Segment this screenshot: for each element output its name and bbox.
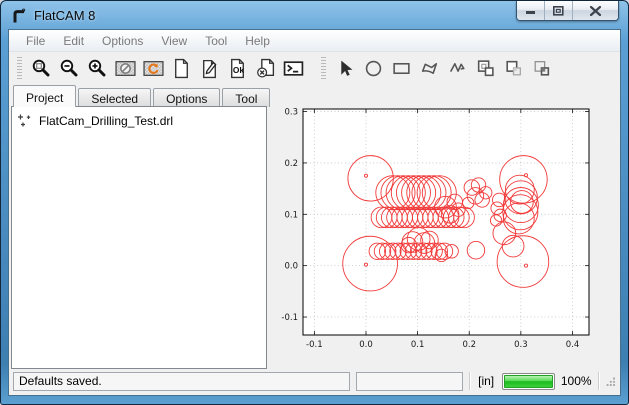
- svg-text:0.3: 0.3: [284, 108, 298, 118]
- close-icon: [590, 6, 601, 16]
- replot-icon: [143, 58, 164, 79]
- cancel-edit-button[interactable]: [251, 55, 279, 83]
- close-button[interactable]: [573, 1, 618, 20]
- flatcam-logo-icon: [11, 7, 27, 23]
- draw-circle-icon: [363, 58, 384, 79]
- tab-project[interactable]: Project: [13, 85, 76, 107]
- edit-geometry-button[interactable]: [195, 55, 223, 83]
- svg-text:-0.1: -0.1: [281, 313, 298, 323]
- draw-polygon-button[interactable]: [415, 55, 443, 83]
- progress-fill: [504, 375, 553, 388]
- zoom-in-button[interactable]: [83, 55, 111, 83]
- client-area: File Edit Options View Tool Help: [8, 29, 621, 396]
- tab-tool[interactable]: Tool: [222, 88, 270, 107]
- status-bar: Defaults saved. [in] 100%: [9, 369, 620, 395]
- title-bar[interactable]: FlatCAM 8: [1, 1, 628, 29]
- svg-text:0.2: 0.2: [284, 159, 298, 169]
- status-message: Defaults saved.: [13, 372, 350, 391]
- zoom-fit-icon: [31, 58, 52, 79]
- zoom-out-icon: [59, 58, 80, 79]
- tree-item-drill-object[interactable]: FlatCam_Drilling_Test.drl: [12, 107, 266, 129]
- app-window: FlatCAM 8 File Edit Options View Tool He…: [0, 0, 629, 405]
- draw-rectangle-button[interactable]: [387, 55, 415, 83]
- menu-bar: File Edit Options View Tool Help: [9, 30, 620, 52]
- polygon-intersect-icon: [531, 58, 552, 79]
- clear-plot-button[interactable]: [111, 55, 139, 83]
- zoom-fit-button[interactable]: [27, 55, 55, 83]
- coordinates-field: [356, 372, 464, 391]
- plot-svg[interactable]: -0.1 0.0 0.1 0.2 0.3 0.4 -0.1 0.0 0.1 0.2 0.3: [267, 107, 619, 359]
- shell-icon: [283, 58, 304, 79]
- menu-options[interactable]: Options: [93, 31, 152, 51]
- select-tool-button[interactable]: [331, 55, 359, 83]
- minimize-button[interactable]: [517, 1, 545, 20]
- draw-path-icon: [447, 58, 468, 79]
- maximize-icon: [553, 6, 564, 16]
- draw-path-button[interactable]: [443, 55, 471, 83]
- menu-view[interactable]: View: [152, 31, 196, 51]
- replot-button[interactable]: [139, 55, 167, 83]
- statusbar-separator: [469, 372, 470, 390]
- tool-bar: Ok: [9, 52, 620, 85]
- select-tool-icon: [335, 58, 356, 79]
- menu-file[interactable]: File: [17, 31, 54, 51]
- draw-polygon-icon: [419, 58, 440, 79]
- toolbar-grip[interactable]: [17, 57, 22, 81]
- clear-plot-icon: [115, 58, 136, 79]
- svg-text:0.0: 0.0: [359, 340, 373, 350]
- progress-bar: [502, 373, 555, 390]
- svg-text:0.4: 0.4: [566, 340, 580, 350]
- window-controls: [516, 1, 619, 21]
- plot-panel[interactable]: -0.1 0.0 0.1 0.2 0.3 0.4 -0.1 0.0 0.1 0.2 0.3: [267, 107, 618, 369]
- draw-rectangle-icon: [391, 58, 412, 79]
- main-area: FlatCam_Drilling_Test.drl -0.1 0.0 0.1 0.2 0…: [9, 107, 620, 369]
- shell-button[interactable]: [279, 55, 307, 83]
- toolbar-grip-2[interactable]: [321, 57, 326, 81]
- svg-text:0.2: 0.2: [462, 340, 476, 350]
- svg-text:0.0: 0.0: [284, 262, 298, 272]
- svg-text:Ok: Ok: [232, 65, 244, 75]
- menu-edit[interactable]: Edit: [54, 31, 93, 51]
- polygon-union-icon: [475, 58, 496, 79]
- polygon-subtract-button[interactable]: [499, 55, 527, 83]
- units-label: [in]: [476, 374, 496, 388]
- new-project-button[interactable]: [167, 55, 195, 83]
- tab-selected[interactable]: Selected: [78, 88, 151, 107]
- svg-text:0.3: 0.3: [514, 340, 528, 350]
- svg-text:-0.1: -0.1: [306, 340, 323, 350]
- polygon-intersect-button[interactable]: [527, 55, 555, 83]
- progress-percent-label: 100%: [561, 374, 592, 388]
- svg-text:0.1: 0.1: [411, 340, 425, 350]
- new-project-icon: [171, 58, 192, 79]
- polygon-subtract-icon: [503, 58, 524, 79]
- menu-help[interactable]: Help: [236, 31, 279, 51]
- menu-tool[interactable]: Tool: [196, 31, 236, 51]
- svg-text:0.1: 0.1: [284, 210, 298, 220]
- notebook-tabs: Project Selected Options Tool: [9, 85, 620, 107]
- draw-circle-button[interactable]: [359, 55, 387, 83]
- drill-object-icon: [17, 113, 33, 129]
- ok-edit-button[interactable]: Ok: [223, 55, 251, 83]
- resize-grip-icon[interactable]: [605, 376, 616, 387]
- cancel-edit-icon: [255, 58, 276, 79]
- tab-options[interactable]: Options: [153, 88, 220, 107]
- window-title: FlatCAM 8: [34, 8, 95, 23]
- zoom-out-button[interactable]: [55, 55, 83, 83]
- minimize-icon: [526, 6, 536, 15]
- project-tree-panel[interactable]: FlatCam_Drilling_Test.drl: [11, 106, 267, 369]
- zoom-in-icon: [87, 58, 108, 79]
- ok-edit-icon: Ok: [227, 58, 248, 79]
- polygon-union-button[interactable]: [471, 55, 499, 83]
- statusbar-separator-2: [598, 372, 599, 390]
- maximize-button[interactable]: [545, 1, 573, 20]
- edit-geometry-icon: [199, 58, 220, 79]
- tree-item-label: FlatCam_Drilling_Test.drl: [39, 114, 173, 128]
